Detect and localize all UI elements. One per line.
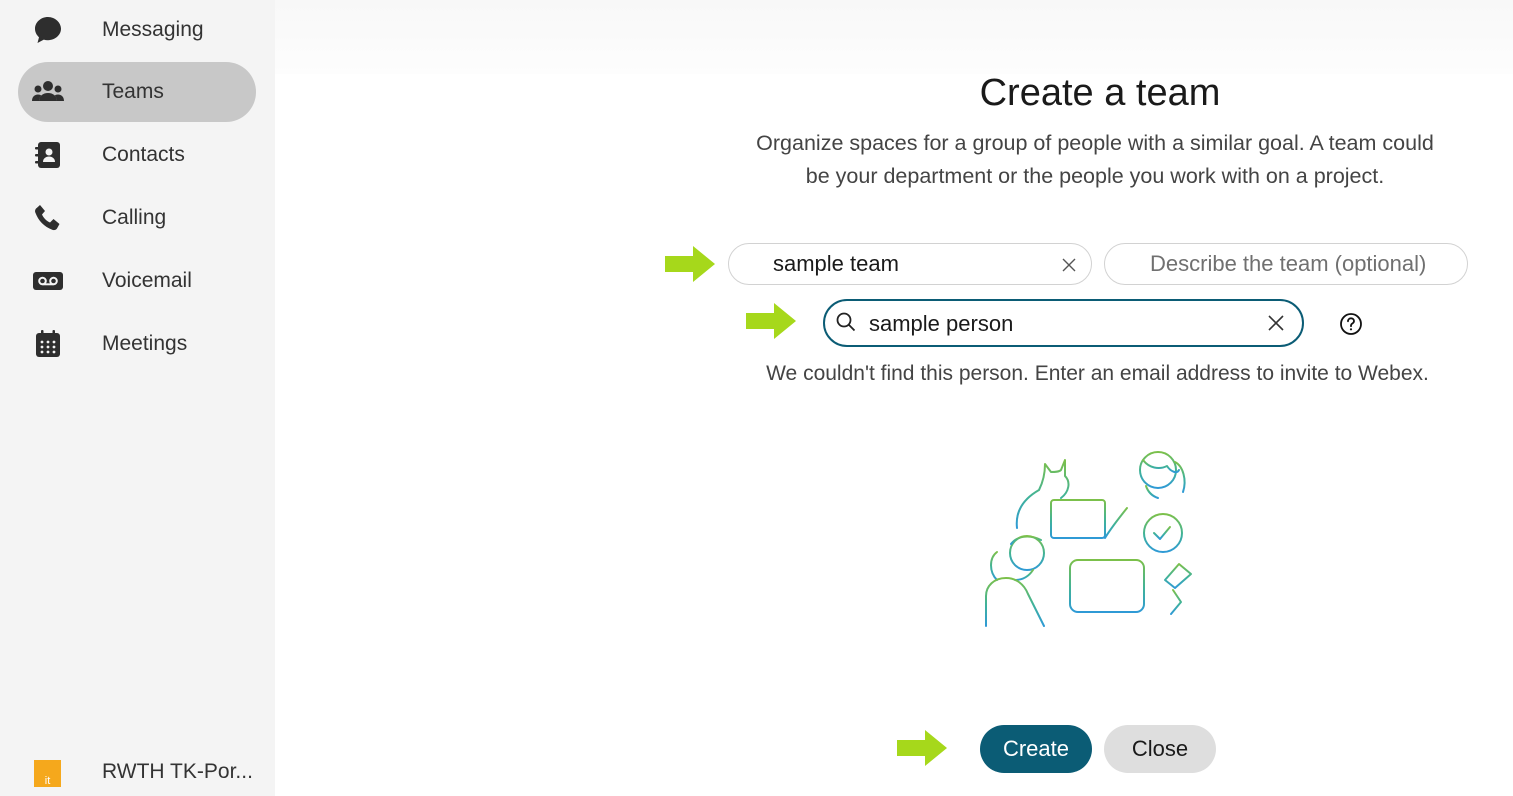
organization-label: RWTH TK-Por... — [102, 760, 253, 783]
sidebar-item-label: Calling — [102, 206, 167, 229]
sidebar-item-contacts[interactable]: Contacts — [18, 125, 256, 185]
team-name-field[interactable]: sample team — [728, 243, 1092, 285]
team-description-field[interactable]: Describe the team (optional) — [1104, 243, 1468, 285]
sidebar-item-voicemail[interactable]: Voicemail — [18, 251, 256, 311]
team-name-value: sample team — [773, 251, 899, 276]
sidebar-item-calling[interactable]: Calling — [18, 188, 256, 248]
sidebar-item-organization[interactable]: it RWTH TK-Por... — [18, 746, 256, 796]
clear-team-name-icon[interactable] — [1059, 255, 1079, 275]
create-button[interactable]: Create — [980, 725, 1092, 773]
sidebar-item-label: Teams — [102, 80, 164, 103]
dialog-title: Create a team — [979, 72, 1221, 114]
organization-logo: it — [34, 760, 61, 787]
help-icon[interactable] — [1339, 312, 1363, 336]
person-search-input[interactable]: sample person — [823, 299, 1304, 347]
close-button[interactable]: Close — [1104, 725, 1216, 773]
person-search-value: sample person — [869, 311, 1014, 336]
sidebar-item-teams[interactable]: Teams — [18, 62, 256, 122]
sidebar: Messaging Teams Contacts Calling Voicema… — [0, 0, 275, 796]
team-description-placeholder: Describe the team (optional) — [1150, 251, 1427, 276]
sidebar-item-messaging[interactable]: Messaging — [18, 0, 256, 60]
phone-icon — [32, 202, 64, 234]
clear-search-icon[interactable] — [1266, 313, 1286, 333]
voicemail-icon — [32, 265, 64, 297]
message-bubble-icon — [32, 14, 64, 46]
sidebar-item-label: Contacts — [102, 143, 185, 166]
sidebar-item-label: Meetings — [102, 332, 188, 355]
annotation-arrow-icon — [897, 730, 947, 766]
people-group-icon — [32, 76, 64, 108]
contact-book-icon — [32, 139, 64, 171]
sidebar-item-label: Voicemail — [102, 269, 192, 292]
main-panel — [275, 0, 1513, 796]
search-icon — [835, 311, 857, 333]
calendar-icon — [32, 328, 64, 360]
annotation-arrow-icon — [665, 246, 715, 282]
person-not-found-message: We couldn't find this person. Enter an e… — [766, 362, 1429, 385]
annotation-arrow-icon — [746, 303, 796, 339]
dialog-subtitle: Organize spaces for a group of people wi… — [756, 131, 1434, 188]
sidebar-item-label: Messaging — [102, 18, 204, 41]
team-illustration-image — [985, 451, 1200, 627]
sidebar-item-meetings[interactable]: Meetings — [18, 314, 256, 374]
